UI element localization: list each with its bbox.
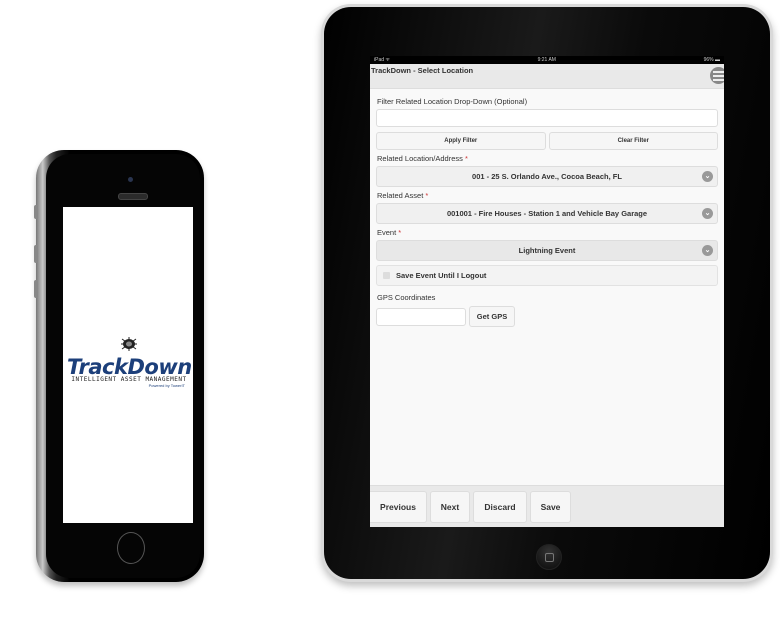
save-button[interactable]: Save bbox=[530, 490, 571, 523]
discard-button[interactable]: Discard bbox=[473, 490, 527, 523]
home-square-icon bbox=[545, 553, 554, 562]
logo-title: TrackDown bbox=[67, 355, 192, 379]
iphone-home-button bbox=[117, 532, 145, 564]
volume-up-button bbox=[34, 245, 38, 263]
event-label-text: Event bbox=[377, 228, 397, 237]
chevron-down-icon: ⌄ bbox=[702, 245, 713, 256]
save-event-label: Save Event Until I Logout bbox=[396, 271, 487, 280]
event-value: Lightning Event bbox=[518, 246, 576, 255]
ipad-home-button bbox=[536, 544, 562, 570]
asset-label: Related Asset * bbox=[377, 191, 717, 200]
apply-filter-button[interactable]: Apply Filter bbox=[376, 132, 546, 150]
required-marker: * bbox=[464, 154, 468, 163]
chevron-down-icon: ⌄ bbox=[702, 171, 713, 182]
device-wifi-label: iPad ᯤ bbox=[374, 57, 390, 63]
event-select[interactable]: Lightning Event ⌄ bbox=[376, 240, 718, 261]
filter-input[interactable] bbox=[376, 109, 718, 127]
save-event-checkbox-row[interactable]: Save Event Until I Logout bbox=[376, 265, 718, 286]
location-select[interactable]: 001 - 25 S. Orlando Ave., Cocoa Beach, F… bbox=[376, 166, 718, 187]
logo-powered-by: Powered by TowerIT bbox=[148, 383, 185, 388]
mute-switch bbox=[34, 205, 38, 219]
get-gps-button[interactable]: Get GPS bbox=[469, 306, 515, 327]
status-bar: iPad ᯤ 9:21 AM 96% ▬ bbox=[370, 56, 724, 64]
next-button[interactable]: Next bbox=[430, 490, 470, 523]
asset-select[interactable]: 001001 - Fire Houses - Station 1 and Veh… bbox=[376, 203, 718, 224]
hamburger-icon[interactable] bbox=[710, 67, 724, 84]
location-label-text: Related Location/Address bbox=[377, 154, 463, 163]
clear-filter-button[interactable]: Clear Filter bbox=[548, 132, 718, 150]
logo-subtitle: INTELLIGENT ASSET MANAGEMENT bbox=[71, 376, 187, 383]
iphone-device: TrackDown INTELLIGENT ASSET MANAGEMENT P… bbox=[34, 150, 204, 582]
location-form: Filter Related Location Drop-Down (Optio… bbox=[370, 97, 724, 327]
gps-label: GPS Coordinates bbox=[377, 293, 436, 302]
page-title: TrackDown - Select Location bbox=[371, 66, 474, 75]
filter-label: Filter Related Location Drop-Down (Optio… bbox=[377, 97, 528, 106]
gps-input[interactable] bbox=[376, 308, 466, 326]
iphone-screen: TrackDown INTELLIGENT ASSET MANAGEMENT P… bbox=[63, 207, 193, 523]
earpiece-speaker bbox=[118, 193, 148, 200]
required-marker: * bbox=[398, 228, 402, 237]
save-event-checkbox[interactable] bbox=[383, 272, 390, 279]
footer-toolbar: Previous Next Discard Save bbox=[370, 485, 724, 527]
trackdown-logo: TrackDown INTELLIGENT ASSET MANAGEMENT P… bbox=[67, 335, 192, 388]
location-value: 001 - 25 S. Orlando Ave., Cocoa Beach, F… bbox=[472, 172, 622, 181]
chevron-down-icon: ⌄ bbox=[702, 208, 713, 219]
tick-bug-icon bbox=[121, 337, 137, 351]
asset-label-text: Related Asset bbox=[377, 191, 424, 200]
page-header: TrackDown - Select Location bbox=[370, 64, 724, 89]
clock: 9:21 AM bbox=[537, 57, 556, 63]
front-camera-icon bbox=[128, 177, 133, 182]
ipad-screen: iPad ᯤ 9:21 AM 96% ▬ TrackDown - Select … bbox=[370, 56, 724, 527]
asset-value: 001001 - Fire Houses - Station 1 and Veh… bbox=[446, 209, 648, 218]
required-marker: * bbox=[425, 191, 429, 200]
previous-button[interactable]: Previous bbox=[370, 490, 427, 523]
event-label: Event * bbox=[377, 228, 717, 237]
location-label: Related Location/Address * bbox=[377, 154, 717, 163]
battery-indicator: 96% ▬ bbox=[703, 57, 720, 63]
volume-down-button bbox=[34, 280, 38, 298]
